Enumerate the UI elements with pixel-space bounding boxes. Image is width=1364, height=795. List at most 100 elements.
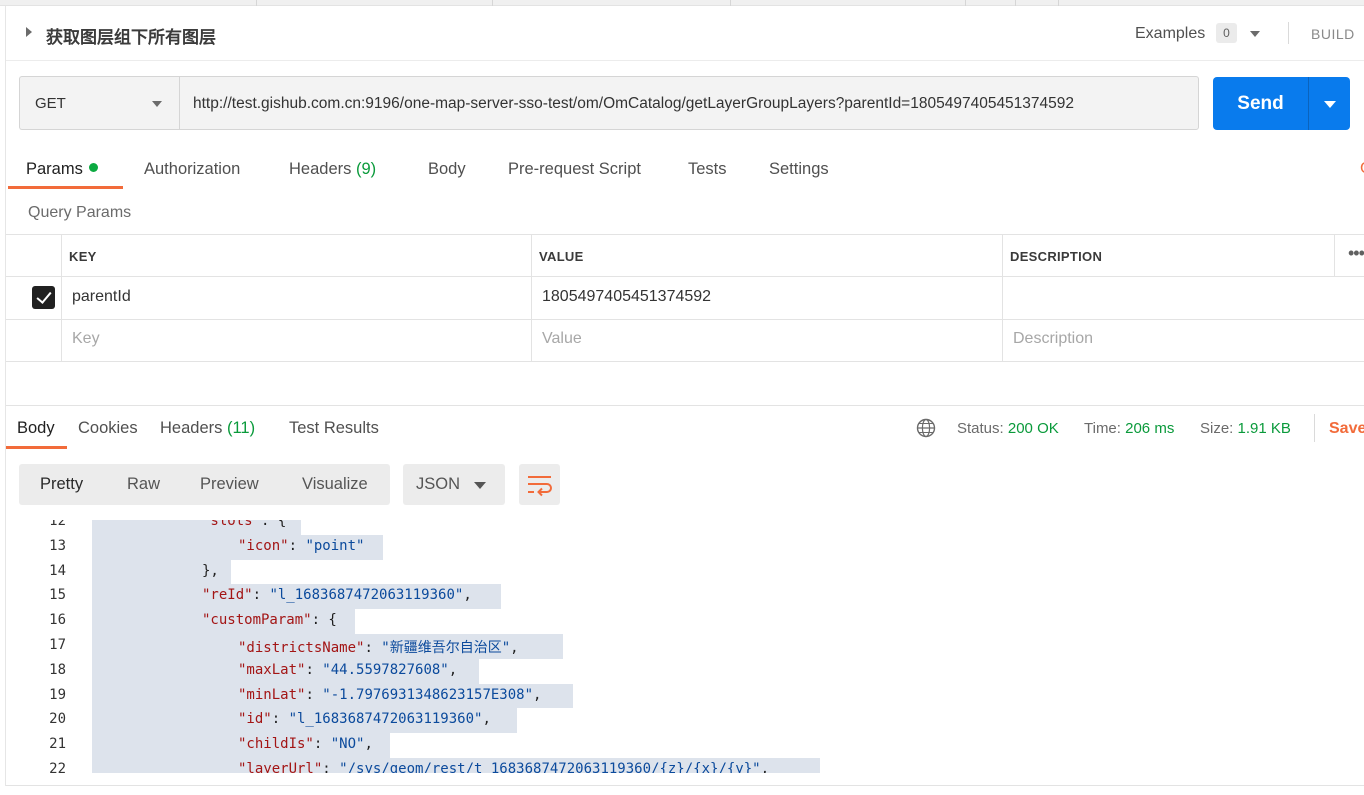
tab-body[interactable]: Body bbox=[428, 160, 466, 179]
code-line: 19 "minLat": "-1.7976931348623157E308", bbox=[6, 683, 1364, 709]
code-line: 18 "maxLat": "44.5597827608", bbox=[6, 658, 1364, 684]
response-status[interactable]: Status: 200 OK bbox=[957, 420, 1059, 437]
build-button[interactable]: BUILD bbox=[1311, 26, 1355, 42]
wrap-lines-button[interactable] bbox=[519, 464, 560, 505]
column-header-description: DESCRIPTION bbox=[1010, 249, 1103, 264]
code-line: 13 "icon": "point" bbox=[6, 534, 1364, 560]
tab-params-label: Params bbox=[26, 160, 83, 178]
active-tab-indicator bbox=[8, 186, 123, 189]
format-select[interactable]: JSON bbox=[403, 464, 505, 505]
size-label: Size: bbox=[1200, 420, 1234, 437]
tab-params[interactable]: Params bbox=[26, 160, 98, 179]
column-divider bbox=[1002, 234, 1003, 361]
code-text: "districtsName": "新疆维吾尔自治区", bbox=[238, 640, 519, 656]
format-value: JSON bbox=[416, 475, 461, 493]
line-number: 17 bbox=[49, 637, 66, 653]
params-table: KEY VALUE DESCRIPTION ••• parentId 18054… bbox=[6, 234, 1364, 362]
time-value: 206 ms bbox=[1125, 420, 1175, 437]
line-number: 15 bbox=[49, 587, 66, 604]
code-text: "childIs": "NO", bbox=[238, 736, 373, 753]
examples-count-badge: 0 bbox=[1216, 23, 1237, 43]
line-number: 12 bbox=[49, 520, 66, 529]
request-title[interactable]: 获取图层组下所有图层 bbox=[46, 23, 216, 48]
status-value: 200 OK bbox=[1007, 420, 1059, 437]
column-divider bbox=[1334, 234, 1335, 276]
chevron-down-icon bbox=[152, 101, 162, 107]
line-number: 18 bbox=[49, 661, 66, 678]
cookies-link[interactable]: C bbox=[1360, 160, 1364, 178]
new-key-input[interactable]: Key bbox=[72, 330, 100, 348]
view-pretty-button[interactable]: Pretty bbox=[40, 475, 83, 494]
code-text: "icon": "point" bbox=[238, 537, 365, 554]
more-options-icon[interactable]: ••• bbox=[1348, 243, 1364, 264]
tab-tests[interactable]: Tests bbox=[688, 160, 727, 179]
response-tab-body[interactable]: Body bbox=[17, 419, 55, 438]
response-tab-test-results[interactable]: Test Results bbox=[289, 419, 379, 438]
chevron-down-icon bbox=[1324, 101, 1336, 108]
code-text: "layerUrl": "/sys/geom/rest/t_1683687472… bbox=[238, 761, 770, 773]
send-options-button[interactable] bbox=[1308, 77, 1350, 130]
view-preview-button[interactable]: Preview bbox=[200, 475, 259, 494]
line-number: 14 bbox=[49, 562, 66, 579]
table-border bbox=[6, 234, 1364, 235]
code-line: 15 "reId": "l_1683687472063119360", bbox=[6, 584, 1364, 610]
code-text: }, bbox=[202, 562, 219, 579]
response-divider[interactable] bbox=[6, 405, 1364, 406]
active-response-tab-indicator bbox=[6, 446, 67, 449]
param-key-cell[interactable]: parentId bbox=[72, 288, 131, 306]
code-line: 16 "customParam": { bbox=[6, 609, 1364, 634]
response-time[interactable]: Time: 206 ms bbox=[1084, 420, 1174, 437]
tab-headers-label: Headers bbox=[289, 160, 352, 178]
status-label: Status: bbox=[957, 420, 1004, 437]
tab-authorization[interactable]: Authorization bbox=[144, 160, 240, 179]
table-border bbox=[6, 276, 1364, 277]
line-number: 22 bbox=[49, 761, 66, 773]
param-value-cell[interactable]: 1805497405451374592 bbox=[542, 288, 711, 306]
column-divider bbox=[61, 234, 62, 361]
code-line: 21 "childIs": "NO", bbox=[6, 733, 1364, 758]
response-headers-label: Headers bbox=[160, 419, 223, 437]
tab-prerequest-script[interactable]: Pre-request Script bbox=[508, 160, 641, 179]
save-response-button[interactable]: Save bbox=[1329, 420, 1364, 438]
size-value: 1.91 KB bbox=[1237, 420, 1291, 437]
column-divider bbox=[531, 234, 532, 361]
chevron-down-icon[interactable] bbox=[1250, 31, 1260, 37]
request-title-bar: 获取图层组下所有图层 Examples 0 BUILD bbox=[6, 6, 1364, 61]
new-value-input[interactable]: Value bbox=[542, 330, 582, 348]
response-tab-cookies[interactable]: Cookies bbox=[78, 419, 138, 438]
response-size[interactable]: Size: 1.91 KB bbox=[1200, 420, 1291, 437]
code-line: 12 "slots": { bbox=[6, 520, 1364, 535]
code-line: 22 "layerUrl": "/sys/geom/rest/t_1683687… bbox=[6, 758, 1364, 773]
send-button[interactable]: Send bbox=[1213, 77, 1308, 130]
view-visualize-button[interactable]: Visualize bbox=[302, 475, 368, 494]
examples-label[interactable]: Examples bbox=[1135, 25, 1205, 43]
new-description-input[interactable]: Description bbox=[1013, 330, 1093, 348]
params-active-dot-icon bbox=[88, 163, 98, 172]
response-headers-count: (11) bbox=[226, 419, 256, 437]
code-line: 20 "id": "l_1683687472063119360", bbox=[6, 708, 1364, 734]
line-number: 20 bbox=[49, 711, 66, 728]
query-params-label: Query Params bbox=[28, 204, 132, 221]
divider bbox=[1288, 22, 1289, 44]
response-tab-headers[interactable]: Headers (11) bbox=[160, 419, 255, 438]
code-text: "reId": "l_1683687472063119360", bbox=[202, 587, 472, 604]
code-line: 14 }, bbox=[6, 559, 1364, 585]
line-number: 21 bbox=[49, 736, 66, 753]
table-border bbox=[6, 361, 1364, 362]
collapse-caret-icon[interactable] bbox=[26, 27, 32, 37]
tab-settings[interactable]: Settings bbox=[769, 160, 829, 179]
column-header-value: VALUE bbox=[539, 249, 584, 264]
param-enabled-checkbox[interactable] bbox=[32, 286, 55, 309]
time-label: Time: bbox=[1084, 420, 1121, 437]
code-text: "slots": { bbox=[202, 520, 287, 529]
chevron-down-icon bbox=[474, 482, 486, 489]
response-body-editor[interactable]: 12 "slots": { 13 "icon": "point" 14 }, 1… bbox=[6, 520, 1364, 773]
method-select[interactable]: GET bbox=[19, 76, 179, 130]
headers-count: (9) bbox=[355, 160, 377, 178]
column-header-key: KEY bbox=[69, 249, 97, 264]
tab-headers[interactable]: Headers (9) bbox=[289, 160, 376, 179]
url-value: http://test.gishub.com.cn:9196/one-map-s… bbox=[193, 95, 1075, 112]
url-input[interactable]: http://test.gishub.com.cn:9196/one-map-s… bbox=[179, 76, 1199, 130]
globe-icon[interactable] bbox=[916, 418, 936, 438]
view-raw-button[interactable]: Raw bbox=[127, 475, 160, 494]
